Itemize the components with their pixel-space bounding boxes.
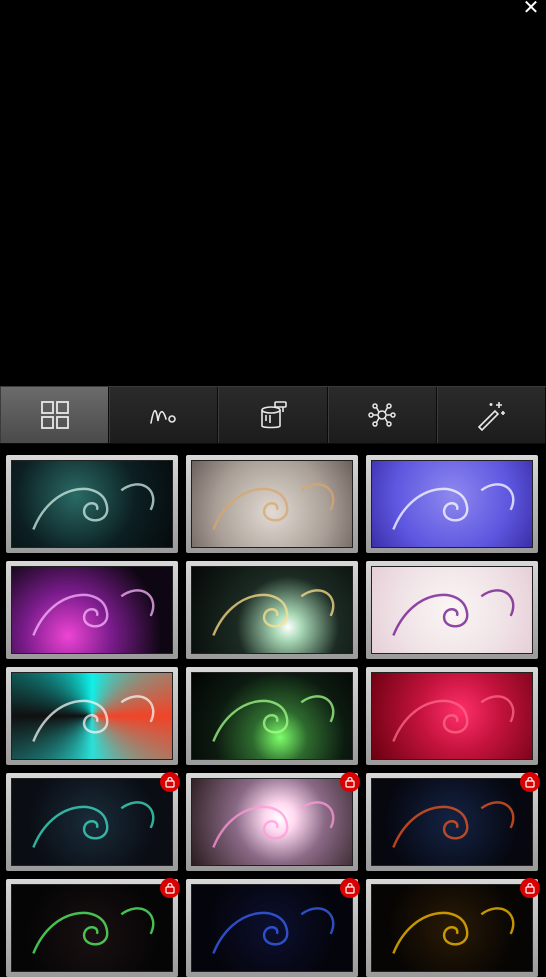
preset-tile[interactable] [6,878,180,977]
swirl-stroke [392,589,515,636]
swirl-pattern [32,907,155,954]
preset-thumbnail [11,460,173,548]
lock-badge [160,772,180,792]
swirl-pattern [32,801,155,848]
swirl-stroke [392,801,515,848]
preset-tile[interactable] [6,772,180,871]
swirl-stroke [32,589,155,636]
swirl-pattern [392,589,515,636]
lock-badge [160,878,180,898]
tab-brush[interactable] [109,387,219,443]
swirl-stroke [32,483,155,530]
preset-thumbnail [11,884,173,972]
preset-thumbnail [11,778,173,866]
lock-badge [340,772,360,792]
preset-tile[interactable] [186,667,358,765]
magic-wand-icon [478,402,506,431]
preset-thumbnail [191,566,353,654]
preset-thumbnail [191,884,353,972]
swirl-pattern [212,589,335,636]
preset-thumbnail [371,884,533,972]
swirl-pattern [392,483,515,530]
swirl-stroke [32,907,155,954]
lock-badge [340,878,360,898]
preset-thumbnail [191,778,353,866]
swirl-stroke [392,695,515,742]
swirl-pattern [392,695,515,742]
lock-icon [165,776,175,788]
network-icon [368,403,396,427]
close-icon: ✕ [522,0,540,19]
preset-tile[interactable] [366,878,540,977]
grid-icon [40,401,69,429]
swirl-pattern [32,483,155,530]
swirl-pattern [32,589,155,636]
preset-thumbnail [11,672,173,760]
preset-tile[interactable] [186,455,358,553]
lock-icon [165,882,175,894]
swirl-stroke [32,801,155,848]
swirl-pattern [212,695,335,742]
swirl-stroke [212,589,335,636]
swirl-pattern [212,483,335,530]
preset-tile[interactable] [6,667,178,765]
tab-effects[interactable] [436,387,546,443]
tab-particles[interactable] [327,387,437,443]
lock-badge [520,878,540,898]
preset-thumbnail [191,672,353,760]
squiggle-icon [149,409,176,424]
preset-thumbnail [371,566,533,654]
preset-thumbnail [371,460,533,548]
swirl-stroke [212,483,335,530]
tab-presets[interactable] [0,387,110,443]
lock-icon [525,882,535,894]
preset-tile[interactable] [366,667,538,765]
swirl-stroke [392,907,515,954]
swirl-stroke [212,695,335,742]
preset-tile[interactable] [366,561,538,659]
swirl-stroke [32,695,155,742]
preset-grid [0,444,546,977]
preset-tile[interactable] [186,561,358,659]
swirl-pattern [32,695,155,742]
paint-bucket-icon [261,401,287,429]
preset-thumbnail [371,778,533,866]
preset-thumbnail [11,566,173,654]
preset-thumbnail [191,460,353,548]
close-button[interactable]: ✕ [520,0,542,19]
preset-tile[interactable] [186,878,360,977]
toolbar [0,386,546,445]
swirl-stroke [392,483,515,530]
preset-tile[interactable] [6,455,178,553]
preset-thumbnail [371,672,533,760]
swirl-pattern [212,907,335,954]
lock-icon [525,776,535,788]
tab-colors[interactable] [218,387,328,443]
swirl-pattern [392,907,515,954]
preview-canvas[interactable] [0,0,546,386]
swirl-pattern [212,801,335,848]
lock-icon [345,776,355,788]
preset-tile[interactable] [6,561,178,659]
preset-tile[interactable] [186,772,360,871]
lock-icon [345,882,355,894]
swirl-pattern [392,801,515,848]
preset-tile[interactable] [366,772,540,871]
swirl-stroke [212,801,335,848]
swirl-stroke [212,907,335,954]
preset-tile[interactable] [366,455,538,553]
lock-badge [520,772,540,792]
